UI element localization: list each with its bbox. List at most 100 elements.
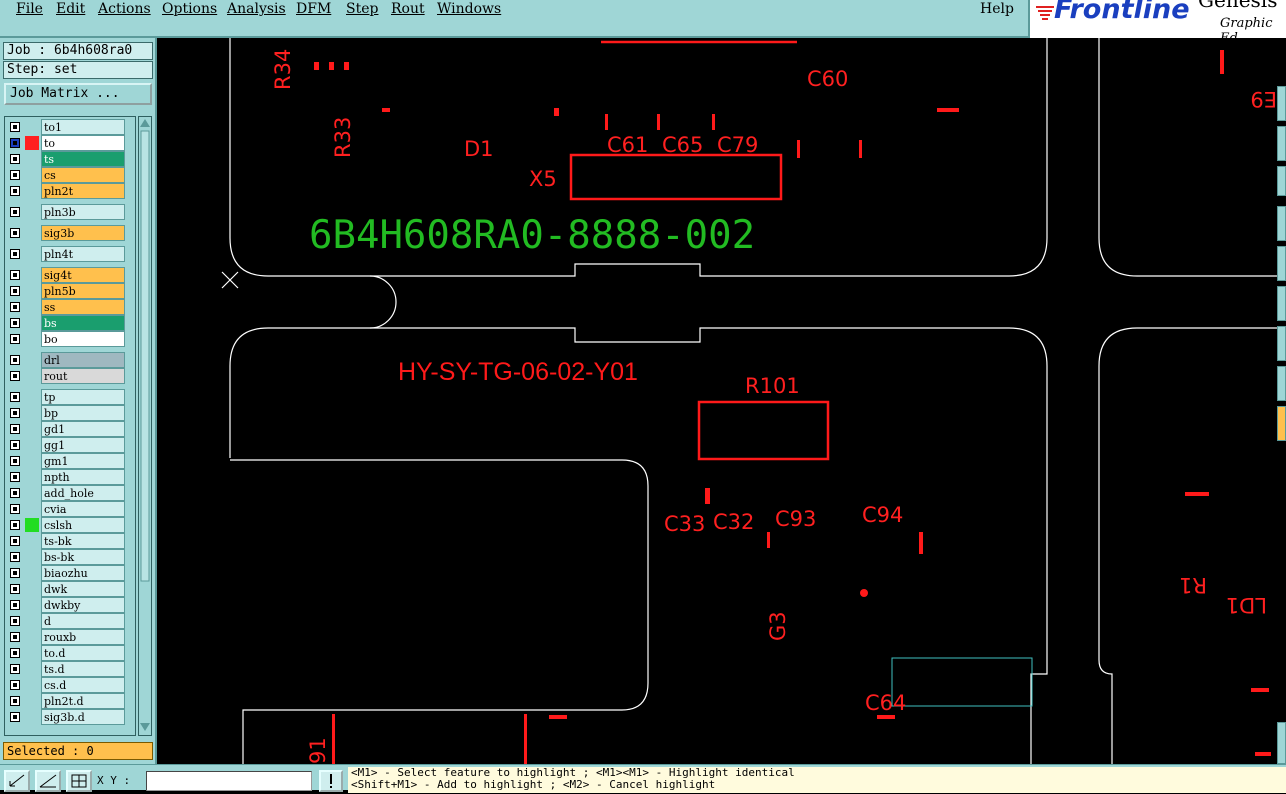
- grid-button[interactable]: [66, 770, 92, 792]
- layer-row-ss[interactable]: ss: [5, 299, 135, 315]
- layer-row-biaozhu[interactable]: biaozhu: [5, 565, 135, 581]
- layer-checkbox[interactable]: [10, 440, 20, 450]
- layer-row-gm1[interactable]: gm1: [5, 453, 135, 469]
- job-matrix-button[interactable]: Job Matrix ...: [4, 83, 152, 105]
- right-tool-10[interactable]: [1277, 722, 1286, 764]
- layer-checkbox[interactable]: [10, 318, 20, 328]
- layer-checkbox[interactable]: [10, 664, 20, 674]
- right-tool-3[interactable]: [1277, 166, 1286, 196]
- menu-edit[interactable]: Edit: [56, 1, 85, 17]
- layer-checkbox[interactable]: [10, 334, 20, 344]
- layer-checkbox[interactable]: [10, 648, 20, 658]
- menu-file[interactable]: File: [16, 1, 43, 17]
- graphics-canvas[interactable]: R34 R33 D1 C61 C65 C79 X5 C60 R101 C33 C…: [157, 38, 1277, 764]
- layer-checkbox[interactable]: [10, 170, 20, 180]
- layer-checkbox[interactable]: [10, 600, 20, 610]
- layer-checkbox[interactable]: [10, 504, 20, 514]
- layer-row-sig4t[interactable]: sig4t: [5, 267, 135, 283]
- right-tool-5[interactable]: [1277, 246, 1286, 281]
- layer-checkbox[interactable]: [10, 371, 20, 381]
- layer-row-to.d[interactable]: to.d: [5, 645, 135, 661]
- layer-row-ts-bk[interactable]: ts-bk: [5, 533, 135, 549]
- layer-scrollbar[interactable]: [138, 116, 152, 736]
- menu-step[interactable]: Step: [346, 1, 378, 17]
- layer-checkbox[interactable]: [10, 270, 20, 280]
- right-tool-2[interactable]: [1277, 126, 1286, 161]
- measure-button[interactable]: [35, 770, 61, 792]
- layer-row-sig3b[interactable]: sig3b: [5, 225, 135, 241]
- layer-row-cs[interactable]: cs: [5, 167, 135, 183]
- layer-checkbox[interactable]: [10, 536, 20, 546]
- layer-checkbox[interactable]: [10, 122, 20, 132]
- right-tool-1[interactable]: [1277, 86, 1286, 121]
- layer-row-pln4t[interactable]: pln4t: [5, 246, 135, 262]
- layer-row-gg1[interactable]: gg1: [5, 437, 135, 453]
- layer-checkbox[interactable]: [10, 392, 20, 402]
- layer-checkbox[interactable]: [10, 138, 20, 148]
- layer-row-pln5b[interactable]: pln5b: [5, 283, 135, 299]
- menu-analysis[interactable]: Analysis: [227, 1, 286, 17]
- layer-row-dwk[interactable]: dwk: [5, 581, 135, 597]
- layer-checkbox[interactable]: [10, 154, 20, 164]
- layer-row-to[interactable]: to: [5, 135, 135, 151]
- layer-row-add_hole[interactable]: add_hole: [5, 485, 135, 501]
- layer-checkbox[interactable]: [10, 408, 20, 418]
- layer-row-cs.d[interactable]: cs.d: [5, 677, 135, 693]
- info-button[interactable]: [319, 770, 343, 792]
- right-tool-6[interactable]: [1277, 286, 1286, 321]
- layer-checkbox[interactable]: [10, 186, 20, 196]
- layer-checkbox[interactable]: [10, 632, 20, 642]
- menu-options[interactable]: Options: [162, 1, 217, 17]
- layer-row-sig3b.d[interactable]: sig3b.d: [5, 709, 135, 725]
- menu-help[interactable]: Help: [980, 1, 1014, 17]
- layer-row-gd1[interactable]: gd1: [5, 421, 135, 437]
- layer-row-to1[interactable]: to1: [5, 119, 135, 135]
- menu-actions[interactable]: Actions: [98, 1, 151, 17]
- layer-row-rouxb[interactable]: rouxb: [5, 629, 135, 645]
- layer-row-drl[interactable]: drl: [5, 352, 135, 368]
- layer-row-cslsh[interactable]: cslsh: [5, 517, 135, 533]
- layer-checkbox[interactable]: [10, 552, 20, 562]
- layer-checkbox[interactable]: [10, 616, 20, 626]
- layer-checkbox[interactable]: [10, 228, 20, 238]
- layer-row-dwkby[interactable]: dwkby: [5, 597, 135, 613]
- layer-checkbox[interactable]: [10, 207, 20, 217]
- menu-dfm[interactable]: DFM: [296, 1, 331, 17]
- layer-row-ts[interactable]: ts: [5, 151, 135, 167]
- right-tool-7[interactable]: [1277, 326, 1286, 361]
- layer-checkbox[interactable]: [10, 584, 20, 594]
- menu-rout[interactable]: Rout: [391, 1, 425, 17]
- layer-checkbox[interactable]: [10, 680, 20, 690]
- layer-row-pln2t.d[interactable]: pln2t.d: [5, 693, 135, 709]
- layer-row-bs[interactable]: bs: [5, 315, 135, 331]
- layer-checkbox[interactable]: [10, 696, 20, 706]
- menu-windows[interactable]: Windows: [437, 1, 501, 17]
- layer-checkbox[interactable]: [10, 712, 20, 722]
- layer-row-npth[interactable]: npth: [5, 469, 135, 485]
- layer-row-pln3b[interactable]: pln3b: [5, 204, 135, 220]
- layer-row-rout[interactable]: rout: [5, 368, 135, 384]
- layer-checkbox[interactable]: [10, 568, 20, 578]
- layer-row-d[interactable]: d: [5, 613, 135, 629]
- layer-checkbox[interactable]: [10, 286, 20, 296]
- layer-row-ts.d[interactable]: ts.d: [5, 661, 135, 677]
- layer-row-bp[interactable]: bp: [5, 405, 135, 421]
- layer-checkbox[interactable]: [10, 355, 20, 365]
- layer-checkbox[interactable]: [10, 488, 20, 498]
- layer-row-bo[interactable]: bo: [5, 331, 135, 347]
- layer-checkbox[interactable]: [10, 424, 20, 434]
- right-tool-4[interactable]: [1277, 206, 1286, 241]
- layer-row-pln2t[interactable]: pln2t: [5, 183, 135, 199]
- layer-row-bs-bk[interactable]: bs-bk: [5, 549, 135, 565]
- right-tool-8[interactable]: [1277, 366, 1286, 401]
- layer-checkbox[interactable]: [10, 456, 20, 466]
- right-tool-9[interactable]: [1277, 406, 1286, 441]
- layer-checkbox[interactable]: [10, 520, 20, 530]
- coordinate-input[interactable]: [146, 771, 312, 791]
- layer-checkbox[interactable]: [10, 302, 20, 312]
- layer-checkbox[interactable]: [10, 249, 20, 259]
- layer-row-tp[interactable]: tp: [5, 389, 135, 405]
- layer-row-cvia[interactable]: cvia: [5, 501, 135, 517]
- layer-checkbox[interactable]: [10, 472, 20, 482]
- zoom-fit-button[interactable]: [4, 770, 30, 792]
